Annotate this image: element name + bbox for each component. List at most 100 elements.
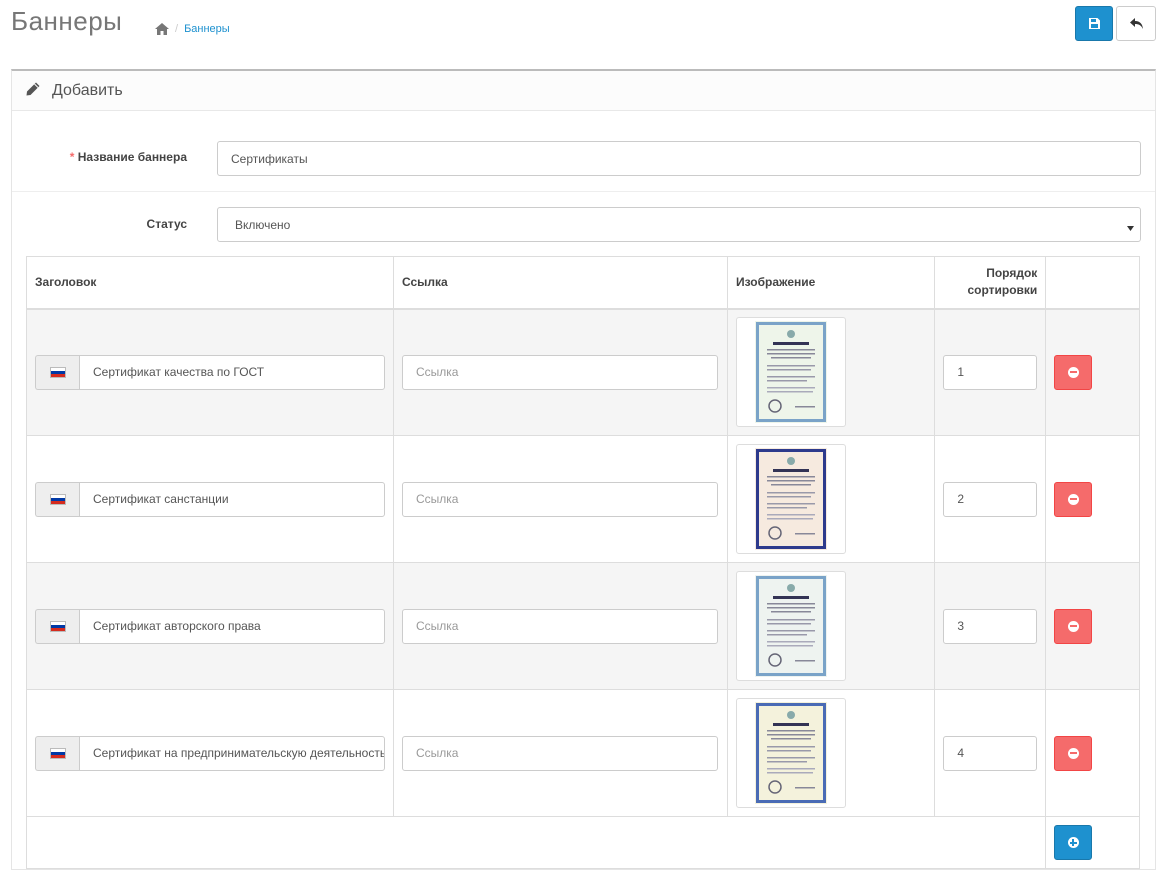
banner-title-input[interactable]: Сертификат авторского права	[79, 608, 385, 644]
language-addon	[35, 735, 79, 771]
remove-banner-button[interactable]	[1054, 481, 1093, 517]
actions-cell	[1045, 308, 1140, 436]
sort-cell: 3	[934, 562, 1047, 690]
link-cell: Ссылка	[393, 308, 728, 436]
image-cell	[726, 435, 936, 563]
sort-order-input[interactable]: 3	[943, 608, 1038, 644]
status-row: Статус Включено	[12, 192, 1155, 258]
language-addon	[35, 481, 79, 517]
certificate-image	[754, 575, 827, 677]
required-marker: *	[69, 150, 75, 164]
minus-circle-icon	[1067, 747, 1079, 759]
banner-image-thumbnail[interactable]	[735, 444, 846, 554]
column-header-sort: Порядок сортировки	[934, 256, 1047, 310]
page-header: Баннеры / Баннеры	[0, 0, 1164, 70]
title-cell: Сертификат качества по ГОСТ	[26, 308, 394, 436]
page-title: Баннеры	[11, 6, 123, 36]
title-cell: Сертификат санстанции	[26, 435, 394, 563]
remove-banner-button[interactable]	[1054, 735, 1093, 771]
ru-flag-icon	[49, 493, 66, 505]
breadcrumb: / Баннеры	[155, 23, 230, 35]
title-input-group: Сертификат санстанции	[35, 481, 385, 517]
footer-empty-cell	[25, 816, 1047, 869]
banner-link-input[interactable]: Ссылка	[402, 481, 718, 517]
title-input-group: Сертификат авторского права	[35, 608, 385, 644]
table-footer-row	[25, 816, 1140, 869]
sort-order-input[interactable]: 4	[943, 735, 1038, 771]
footer-actions-cell	[1045, 816, 1140, 869]
banner-name-row: * Название баннера Сертификаты	[12, 111, 1155, 192]
back-button[interactable]	[1116, 6, 1156, 41]
title-input-group: Сертификат качества по ГОСТ	[35, 354, 385, 390]
caret-down-icon	[1127, 221, 1134, 235]
ru-flag-icon	[49, 620, 66, 632]
column-header-sort-line2: сортировки	[967, 283, 1038, 298]
minus-circle-icon	[1067, 493, 1079, 505]
language-addon	[35, 608, 79, 644]
sort-cell: 2	[934, 435, 1047, 563]
banner-title-input[interactable]: Сертификат санстанции	[79, 481, 385, 517]
image-cell	[726, 689, 936, 817]
banner-link-input[interactable]: Ссылка	[402, 354, 718, 390]
ru-flag-icon	[49, 366, 66, 378]
ru-flag-icon	[49, 747, 66, 759]
certificate-image	[754, 448, 827, 550]
sort-cell: 1	[934, 308, 1047, 436]
language-addon	[35, 354, 79, 390]
column-header-sort-line1: Порядок	[986, 266, 1038, 281]
table-row: Сертификат на предпринимательскую деятел…	[26, 689, 1140, 817]
link-cell: Ссылка	[393, 435, 728, 563]
pencil-icon	[26, 81, 40, 100]
actions-cell	[1045, 435, 1140, 563]
table-row: Сертификат санстанции Ссылка 2	[26, 435, 1140, 563]
image-cell	[726, 562, 936, 690]
column-header-link: Ссылка	[393, 256, 728, 310]
link-cell: Ссылка	[393, 562, 728, 690]
banner-title-input[interactable]: Сертификат на предпринимательскую деятел…	[79, 735, 385, 771]
table-row: Сертификат авторского права Ссылка 3	[26, 562, 1140, 690]
status-label: Статус	[146, 217, 187, 231]
banner-link-input[interactable]: Ссылка	[402, 608, 718, 644]
minus-circle-icon	[1067, 620, 1079, 632]
minus-circle-icon	[1067, 366, 1079, 378]
column-header-image: Изображение	[726, 256, 936, 310]
column-header-title: Заголовок	[26, 256, 394, 310]
remove-banner-button[interactable]	[1054, 354, 1093, 390]
save-icon	[1088, 14, 1100, 33]
breadcrumb-link-banners[interactable]: Баннеры	[184, 23, 230, 35]
column-header-actions	[1045, 256, 1140, 310]
status-select-value: Включено	[235, 217, 291, 232]
actions-cell	[1045, 689, 1140, 817]
banner-name-label: * Название баннера	[70, 150, 187, 164]
status-select[interactable]: Включено	[217, 207, 1141, 242]
home-icon[interactable]	[155, 23, 169, 35]
panel-heading: Добавить	[12, 71, 1155, 111]
remove-banner-button[interactable]	[1054, 608, 1093, 644]
banner-image-thumbnail[interactable]	[735, 571, 846, 681]
title-cell: Сертификат авторского права	[26, 562, 394, 690]
banner-images-table: Заголовок Ссылка Изображение Порядок сор…	[25, 256, 1140, 869]
image-cell	[726, 308, 936, 436]
sort-cell: 4	[934, 689, 1047, 817]
banner-image-thumbnail[interactable]	[735, 698, 846, 808]
panel-title: Добавить	[52, 81, 123, 99]
link-cell: Ссылка	[393, 689, 728, 817]
certificate-image	[754, 321, 827, 424]
banner-name-input[interactable]: Сертификаты	[217, 141, 1141, 176]
table-row: Сертификат качества по ГОСТ Ссылка 1	[26, 308, 1140, 436]
breadcrumb-separator: /	[175, 23, 179, 35]
save-button[interactable]	[1075, 6, 1113, 41]
title-cell: Сертификат на предпринимательскую деятел…	[26, 689, 394, 817]
certificate-image	[754, 702, 827, 804]
banner-link-input[interactable]: Ссылка	[402, 735, 718, 771]
reply-icon	[1129, 14, 1143, 33]
sort-order-input[interactable]: 2	[943, 481, 1038, 517]
actions-cell	[1045, 562, 1140, 690]
banner-image-thumbnail[interactable]	[735, 317, 846, 428]
banner-title-input[interactable]: Сертификат качества по ГОСТ	[79, 354, 385, 390]
title-input-group: Сертификат на предпринимательскую деятел…	[35, 735, 385, 771]
sort-order-input[interactable]: 1	[943, 354, 1038, 390]
add-banner-button[interactable]	[1054, 825, 1093, 860]
plus-circle-icon	[1067, 837, 1079, 848]
banner-name-label-text: Название баннера	[77, 150, 187, 164]
